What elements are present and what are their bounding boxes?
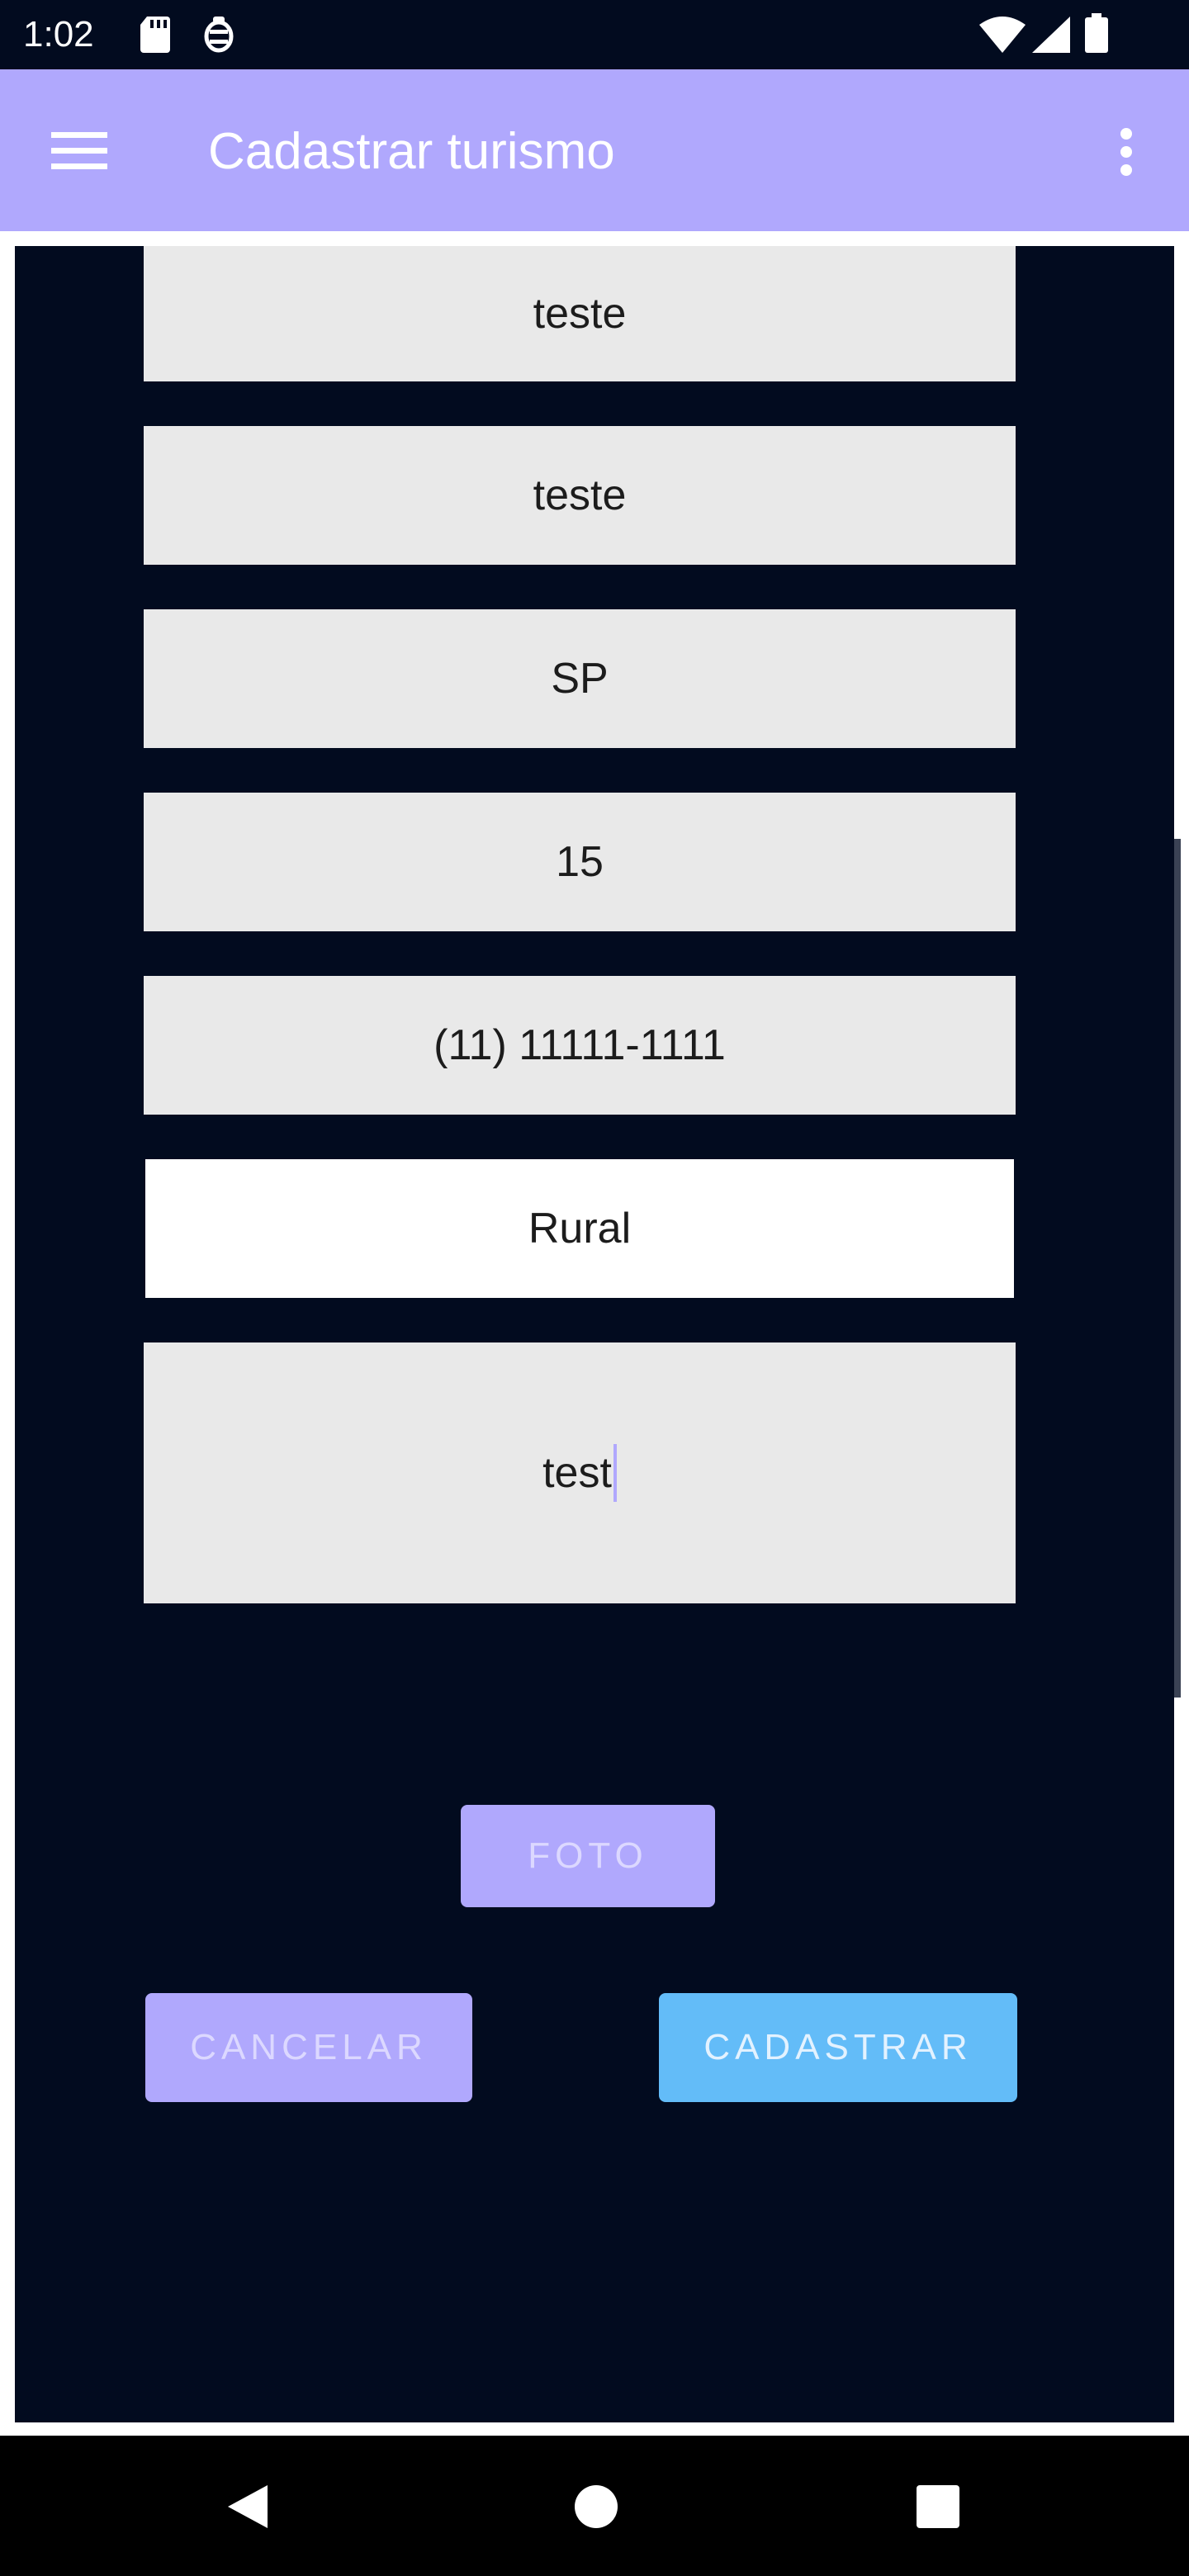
menu-icon[interactable] (51, 130, 107, 174)
text-field[interactable]: teste (144, 426, 1016, 565)
photo-button[interactable]: FOTO (461, 1805, 715, 1907)
field-value: test (542, 1449, 612, 1497)
more-vert-icon[interactable] (1120, 127, 1133, 181)
cancel-button[interactable]: CANCELAR (145, 1993, 472, 2102)
sd-card-icon (139, 15, 172, 59)
description-field[interactable]: test (144, 1342, 1016, 1603)
status-bar: 1:02 (0, 0, 1189, 69)
home-icon[interactable] (573, 2484, 619, 2534)
number-field[interactable]: 15 (144, 793, 1016, 931)
debug-icon (201, 15, 236, 59)
scrollbar[interactable] (1174, 839, 1181, 1698)
recents-icon[interactable] (915, 2484, 961, 2534)
field-value: teste (533, 290, 627, 338)
field-value: teste (533, 471, 627, 519)
text-cursor (613, 1444, 617, 1502)
field-value: Rural (528, 1205, 632, 1252)
text-field[interactable]: teste (144, 246, 1016, 381)
state-field[interactable]: SP (144, 609, 1016, 748)
battery-icon (1085, 13, 1108, 57)
field-value: SP (551, 655, 609, 703)
cell-signal-icon (1032, 17, 1070, 57)
wifi-icon (979, 17, 1026, 57)
submit-button[interactable]: CADASTRAR (659, 1993, 1017, 2102)
status-time: 1:02 (23, 14, 94, 54)
back-icon[interactable] (225, 2484, 271, 2534)
category-select[interactable]: Rural (145, 1159, 1014, 1298)
system-nav-bar (0, 2436, 1189, 2576)
field-value: 15 (556, 838, 604, 886)
phone-field[interactable]: (11) 11111-1111 (144, 976, 1016, 1115)
app-bar: Cadastrar turismo (0, 69, 1189, 231)
field-value: (11) 11111-1111 (433, 1021, 726, 1069)
page-title: Cadastrar turismo (208, 123, 615, 180)
